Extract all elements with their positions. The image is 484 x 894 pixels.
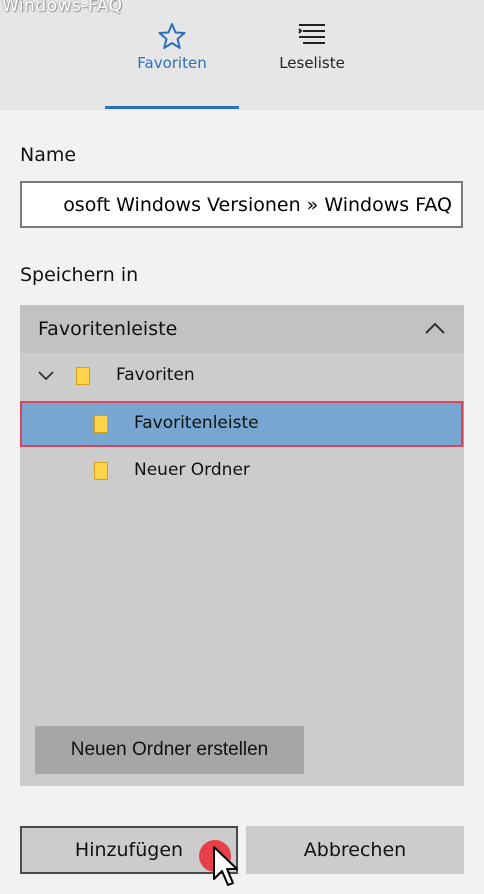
tab-favorites[interactable]: Favoriten (105, 0, 239, 108)
name-label: Name (20, 144, 77, 166)
folder-dropdown-selected: Favoritenleiste (38, 318, 178, 340)
cancel-button[interactable]: Abbrechen (246, 826, 464, 874)
folder-picker: Favoritenleiste Favoriten Favoritenleist… (20, 305, 464, 786)
star-icon (158, 23, 186, 49)
active-tab-indicator (105, 106, 239, 109)
tree-item-favoriten[interactable]: Favoriten (20, 353, 464, 399)
save-in-label: Speichern in (20, 264, 139, 286)
tree-item-label: Neuer Ordner (134, 460, 250, 480)
folder-dropdown-header[interactable]: Favoritenleiste (20, 305, 464, 353)
tab-bar: Windows-FAQ Favoriten Leseliste (0, 0, 484, 110)
tab-reading-list[interactable]: Leseliste (245, 0, 379, 108)
name-input[interactable]: osoft Windows Versionen » Windows FAQ (20, 181, 463, 228)
chevron-up-icon[interactable] (424, 321, 446, 335)
folder-icon (76, 367, 90, 385)
folder-icon (94, 462, 108, 480)
tree-item-label: Favoriten (116, 365, 195, 385)
tab-reading-list-label: Leseliste (279, 54, 345, 72)
chevron-down-icon[interactable] (38, 371, 54, 381)
tree-item-neuer-ordner[interactable]: Neuer Ordner (20, 448, 464, 494)
new-folder-button[interactable]: Neuen Ordner erstellen (35, 726, 304, 774)
selection-highlight-outline (20, 401, 463, 447)
name-input-value: osoft Windows Versionen » Windows FAQ (63, 194, 452, 216)
mouse-cursor-icon (213, 846, 238, 886)
reading-list-icon (298, 24, 325, 44)
tab-favorites-label: Favoriten (137, 54, 207, 72)
